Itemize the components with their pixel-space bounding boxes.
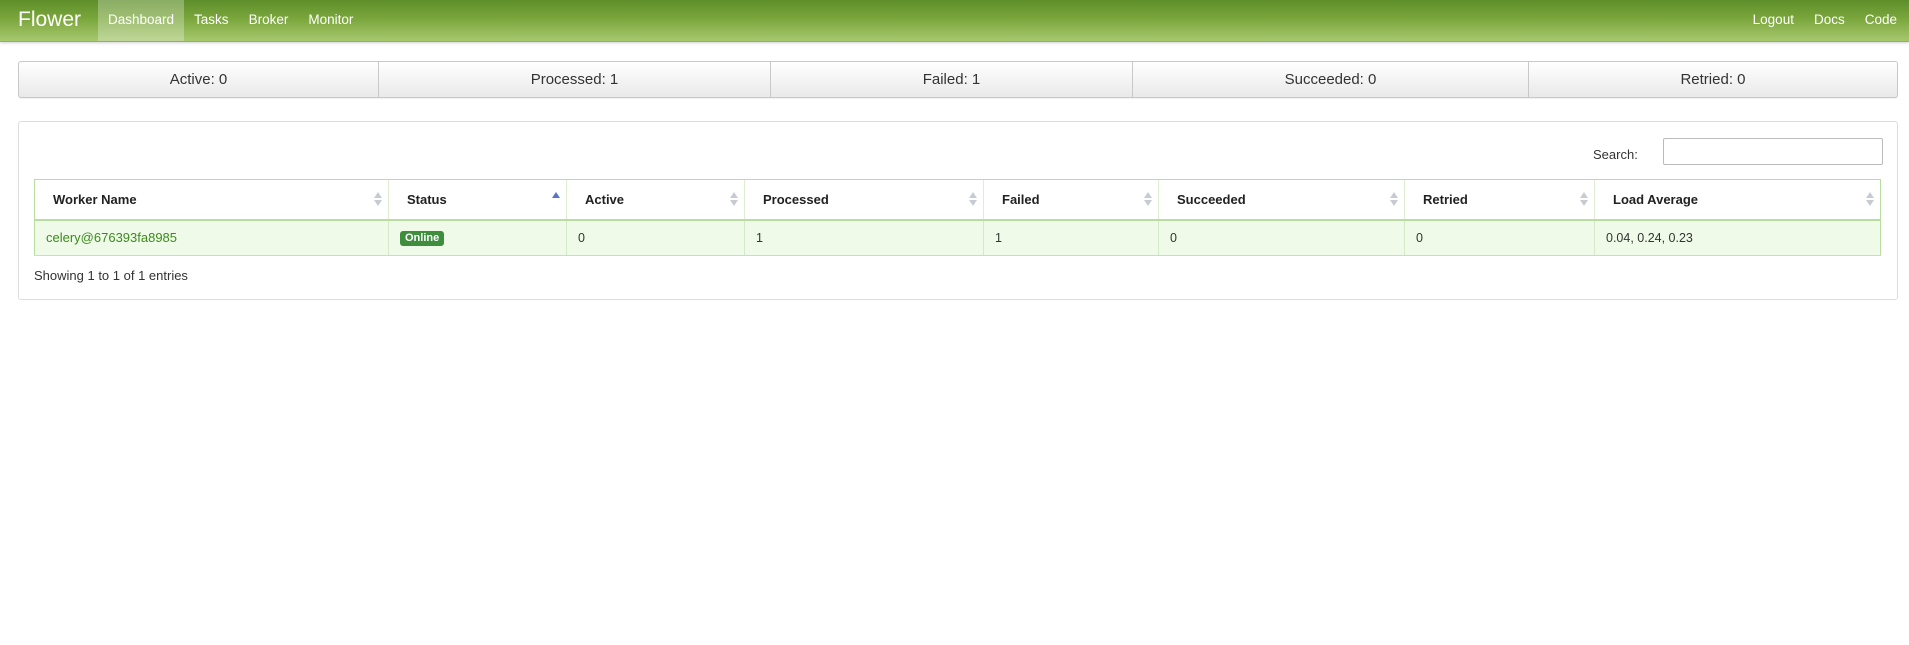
search-label: Search:: [1593, 147, 1638, 162]
col-failed[interactable]: Failed: [983, 179, 1159, 221]
cell-failed: 1: [983, 218, 1159, 256]
sort-both-icon: [374, 192, 382, 208]
nav-code[interactable]: Code: [1855, 0, 1909, 41]
col-header-label: Processed: [763, 191, 829, 207]
sort-both-icon: [969, 192, 977, 208]
cell-active: 0: [566, 218, 745, 256]
col-header-label: Status: [407, 191, 447, 207]
sort-both-icon: [1580, 192, 1588, 208]
summary-active[interactable]: Active: 0: [19, 62, 379, 97]
cell-status: Online: [388, 218, 567, 256]
sort-both-icon: [1866, 192, 1874, 208]
col-header-label: Worker Name: [53, 191, 137, 207]
sort-both-icon: [1390, 192, 1398, 208]
nav-dashboard[interactable]: Dashboard: [98, 0, 185, 41]
brand-logo[interactable]: Flower: [18, 8, 81, 32]
sort-ascending-icon: [552, 192, 560, 208]
cell-retried: 0: [1404, 218, 1595, 256]
table-info: Showing 1 to 1 of 1 entries: [34, 268, 188, 283]
nav-main: Dashboard Tasks Broker Monitor: [98, 0, 363, 41]
col-header-label: Succeeded: [1177, 191, 1246, 207]
col-header-label: Active: [585, 191, 625, 207]
workers-table: Worker Name Status Active Processed Fail…: [34, 179, 1881, 256]
status-badge: Online: [400, 230, 445, 246]
col-worker-name[interactable]: Worker Name: [34, 179, 389, 221]
summary-retried[interactable]: Retried: 0: [1529, 62, 1897, 97]
nav-tasks[interactable]: Tasks: [184, 0, 239, 41]
col-status[interactable]: Status: [388, 179, 567, 221]
navbar: Flower Dashboard Tasks Broker Monitor Lo…: [0, 0, 1909, 42]
table-row: celery@676393fa8985 Online 0 1 1 0 0 0.0…: [34, 218, 1881, 256]
summary-bar: Active: 0 Processed: 1 Failed: 1 Succeed…: [18, 61, 1898, 98]
cell-processed: 1: [744, 218, 984, 256]
nav-monitor[interactable]: Monitor: [298, 0, 363, 41]
search-input[interactable]: [1663, 138, 1883, 165]
table-header-row: Worker Name Status Active Processed Fail…: [34, 179, 1881, 221]
summary-failed[interactable]: Failed: 1: [771, 62, 1133, 97]
worker-link[interactable]: celery@676393fa8985: [46, 230, 177, 245]
col-header-label: Retried: [1423, 191, 1468, 207]
cell-load-average: 0.04, 0.24, 0.23: [1594, 218, 1881, 256]
sort-both-icon: [1144, 192, 1152, 208]
col-retried[interactable]: Retried: [1404, 179, 1595, 221]
nav-secondary: Logout Docs Code: [1743, 0, 1909, 41]
col-active[interactable]: Active: [566, 179, 745, 221]
col-processed[interactable]: Processed: [744, 179, 984, 221]
col-header-label: Failed: [1002, 191, 1040, 207]
cell-worker-name: celery@676393fa8985: [34, 218, 389, 256]
sort-both-icon: [730, 192, 738, 208]
nav-logout[interactable]: Logout: [1743, 0, 1804, 41]
col-succeeded[interactable]: Succeeded: [1158, 179, 1405, 221]
cell-succeeded: 0: [1158, 218, 1405, 256]
col-load-average[interactable]: Load Average: [1594, 179, 1881, 221]
nav-docs[interactable]: Docs: [1804, 0, 1855, 41]
col-header-label: Load Average: [1613, 191, 1699, 207]
summary-processed[interactable]: Processed: 1: [379, 62, 771, 97]
summary-succeeded[interactable]: Succeeded: 0: [1133, 62, 1529, 97]
nav-broker[interactable]: Broker: [239, 0, 299, 41]
